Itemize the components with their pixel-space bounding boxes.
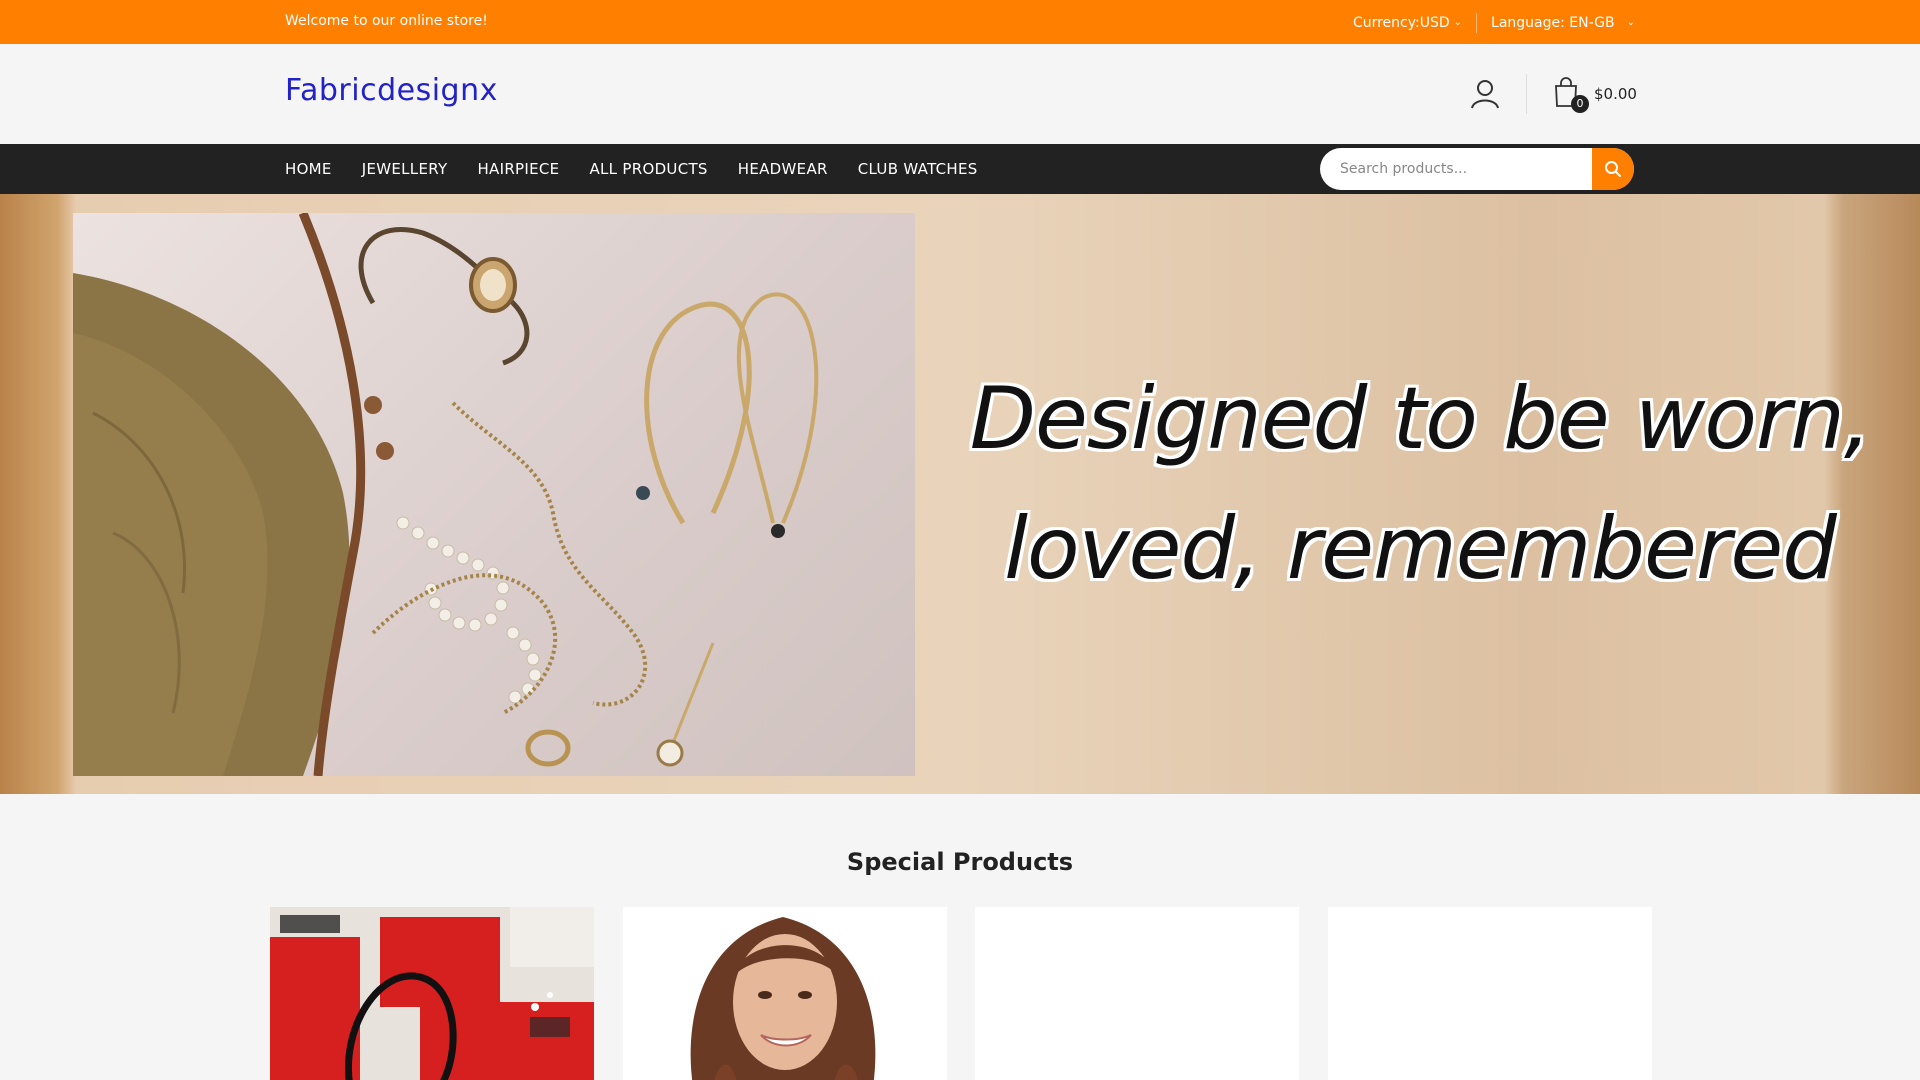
special-products-title: Special Products: [846, 848, 1074, 876]
product-card[interactable]: [623, 907, 947, 1080]
top-bar: Welcome to our online store! Currency:US…: [0, 0, 1920, 44]
chevron-down-icon: ⌄: [1453, 16, 1463, 28]
search-icon: [1605, 161, 1621, 177]
site-header: Fabricdesignx 0 $0.00: [0, 44, 1920, 144]
cart-icon[interactable]: 0: [1553, 76, 1589, 113]
nav-item-club-watches[interactable]: CLUB WATCHES: [858, 160, 978, 178]
product-card[interactable]: [270, 907, 594, 1080]
nav-item-headwear[interactable]: HEADWEAR: [738, 160, 828, 178]
product-image: [270, 907, 594, 1080]
header-divider: [1526, 74, 1527, 114]
nav-item-home[interactable]: HOME: [285, 160, 332, 178]
top-bar-settings: Currency:USD ⌄ Language: EN-GB ⌄: [1353, 13, 1635, 33]
welcome-text: Welcome to our online store!: [285, 13, 488, 29]
site-logo[interactable]: Fabricdesignx: [285, 73, 498, 108]
chevron-down-icon: ⌄: [1626, 16, 1635, 28]
hero-headline-line-2: loved, remembered: [1004, 499, 1837, 599]
search-input[interactable]: [1320, 148, 1592, 190]
hero-headline: Designed to be worn, loved, remembered: [920, 354, 1920, 614]
currency-label: Currency:USD: [1352, 15, 1450, 31]
hero-banner[interactable]: Designed to be worn, loved, remembered: [0, 194, 1920, 794]
product-card[interactable]: [975, 907, 1299, 1080]
language-label: Language: EN-GB: [1491, 15, 1615, 31]
nav-item-all-products[interactable]: ALL PRODUCTS: [589, 160, 707, 178]
search-button[interactable]: [1592, 148, 1634, 190]
cart-total[interactable]: $0.00: [1594, 85, 1637, 103]
user-icon[interactable]: [1468, 77, 1502, 111]
nav-item-jewellery[interactable]: JEWELLERY: [362, 160, 448, 178]
hero-jewellery-photo: [73, 213, 915, 776]
main-nav: HOME JEWELLERY HAIRPIECE ALL PRODUCTS HE…: [0, 144, 1920, 194]
product-image: [623, 907, 947, 1080]
product-card[interactable]: [1328, 907, 1652, 1080]
currency-dropdown[interactable]: Currency:USD ⌄: [1353, 15, 1462, 31]
top-bar-divider: [1476, 13, 1478, 33]
nav-item-hairpiece[interactable]: HAIRPIECE: [477, 160, 559, 178]
cart-count-badge: 0: [1571, 95, 1589, 113]
hero-headline-line-1: Designed to be worn,: [969, 369, 1871, 469]
language-dropdown[interactable]: Language: EN-GB ⌄: [1491, 15, 1635, 31]
search-box: [1320, 148, 1634, 190]
